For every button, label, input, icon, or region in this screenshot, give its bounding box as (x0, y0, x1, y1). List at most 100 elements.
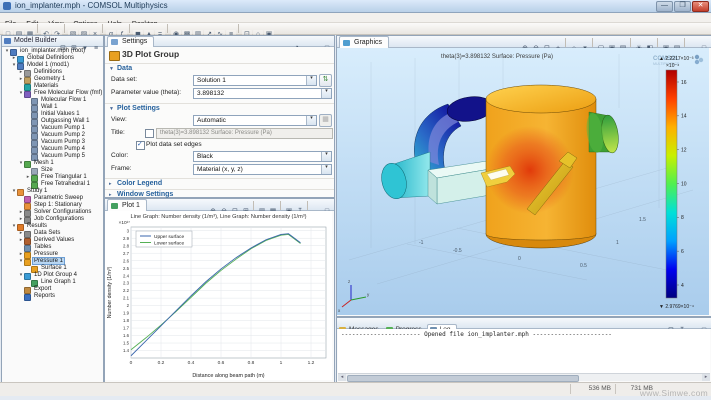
section-data[interactable]: ▼ Data (105, 63, 334, 74)
tree-item-initial-values-1[interactable]: Initial Values 1 (2, 111, 103, 118)
chevron-down-icon[interactable] (321, 165, 331, 174)
tree-item-materials[interactable]: Materials (2, 83, 103, 90)
tree-item-data-sets[interactable]: ▸Data Sets (2, 230, 103, 237)
model-main-chamber (486, 85, 596, 248)
view-settings-button[interactable]: ▦ (319, 114, 332, 127)
color-label: Color: (111, 152, 128, 159)
tree-item-label: Free Triangular 1 (40, 174, 88, 180)
tree-item-vacuum-pump-5[interactable]: Vacuum Pump 5 (2, 153, 103, 160)
minimize-window-icon[interactable]: — (656, 1, 673, 12)
chevron-down-icon[interactable] (306, 116, 316, 125)
tree-item-study-1[interactable]: ▾Study 1 (2, 188, 103, 195)
parameter-value-select[interactable]: 3.898132 (193, 88, 332, 99)
tree-item-1d-plot-group-4[interactable]: ▾1D Plot Group 4 (2, 272, 103, 279)
tab-plot-1[interactable]: Plot 1 (107, 199, 147, 211)
plot-dataset-edges-label: Plot data set edges (146, 141, 202, 148)
view-select[interactable]: Automatic (193, 115, 317, 126)
tree-item-export[interactable]: Export (2, 286, 103, 293)
frame-label: Frame: (111, 165, 132, 172)
tree-item-solver-configurations[interactable]: ▸Solver Configurations (2, 209, 103, 216)
tree-item-vacuum-pump-1[interactable]: Vacuum Pump 1 (2, 125, 103, 132)
tree-item-pressure[interactable]: ▸Pressure (2, 251, 103, 258)
toolbar-separator (565, 38, 566, 47)
colorbar-multiplier: ×10⁻⁴ (666, 63, 679, 69)
tree-item-geometry-1[interactable]: ▸Geometry 1 (2, 76, 103, 83)
title-label: Title: (111, 129, 125, 136)
close-window-icon[interactable]: ✕ (692, 1, 709, 12)
tab-graphics[interactable]: Graphics (339, 36, 389, 48)
tree-item-global-definitions[interactable]: ▸Global Definitions (2, 55, 103, 62)
tree-item-label: Mesh 1 (33, 160, 55, 166)
tree-item-label: Global Definitions (26, 55, 75, 61)
tree-item-outgassing-wall-1[interactable]: Outgassing Wall 1 (2, 118, 103, 125)
go-to-source-button[interactable]: ⇅ (319, 74, 332, 87)
svg-text:1.5: 1.5 (639, 217, 646, 223)
section-collapsed-icon: ▸ (109, 181, 112, 187)
window-title: ion_implanter.mph - COMSOL Multiphysics (15, 1, 168, 10)
tree-item-ion-implanter-mph-root[interactable]: ▾ion_implanter.mph (root) (2, 48, 103, 55)
graphics-plot-title: theta(3)=3.898132 Surface: Pressure (Pa) (441, 54, 553, 60)
tree-item-definitions[interactable]: ▸Definitions (2, 69, 103, 76)
tree-item-size[interactable]: Size (2, 167, 103, 174)
model-tree: ▾ion_implanter.mph (root)▸Global Definit… (2, 47, 103, 383)
tree-item-surface-1[interactable]: Surface 1 (2, 265, 103, 272)
graphics-canvas[interactable]: -1 -0.5 0 0.5 1.5 1 z y x theta(3)=3.898… (337, 48, 709, 315)
tree-item-wall-1[interactable]: Wall 1 (2, 104, 103, 111)
plot-title: Line Graph: Number density (1/m³), Line … (131, 214, 307, 220)
chevron-down-icon[interactable] (321, 89, 331, 98)
scroll-left-icon[interactable]: ◂ (338, 374, 346, 381)
plot-1-window: Plot 1 ⊕⊖⊡⊞▥▦▣↧—□ Line Graph: Number den… (104, 198, 335, 383)
log-horizontal-scrollbar[interactable]: ◂ ▸ (338, 373, 710, 381)
tree-item-label: Vacuum Pump 2 (40, 132, 86, 138)
tree-item-free-tetrahedral-1[interactable]: Free Tetrahedral 1 (2, 181, 103, 188)
tree-item-label: Job Configurations (33, 216, 85, 222)
plot-dataset-edges-checkbox[interactable] (136, 141, 145, 150)
tree-item-molecular-flow-1[interactable]: Molecular Flow 1 (2, 97, 103, 104)
tree-item-vacuum-pump-4[interactable]: Vacuum Pump 4 (2, 146, 103, 153)
tree-item-model-1-mod1[interactable]: ▾Model 1 (mod1) (2, 62, 103, 69)
svg-text:1: 1 (280, 360, 283, 366)
svg-text:6: 6 (681, 249, 684, 255)
tree-item-parametric-sweep[interactable]: Parametric Sweep (2, 195, 103, 202)
tree-item-tables[interactable]: Tables (2, 244, 103, 251)
section-color-legend[interactable]: ▸ Color Legend (105, 178, 334, 189)
title-checkbox[interactable] (145, 129, 154, 138)
graphics-tab-icon (343, 40, 350, 46)
tree-item-reports[interactable]: Reports (2, 293, 103, 300)
tree-item-vacuum-pump-2[interactable]: Vacuum Pump 2 (2, 132, 103, 139)
tree-item-label: Export (33, 286, 52, 292)
toolbar-separator (592, 38, 593, 47)
model-builder-icon (4, 38, 11, 44)
svg-text:-1: -1 (419, 240, 424, 246)
main-toolbar: □▤▦↶↷▧▨×αƒ◼▲=◉▩▥↗∿≡⊡⌂▣ (0, 23, 711, 35)
parameter-value-label: Parameter value (theta): (111, 89, 181, 96)
frame-select[interactable]: Material (x, y, z) (193, 164, 332, 175)
section-plot-settings[interactable]: ▼ Plot Settings (105, 103, 334, 114)
line-plot-canvas[interactable]: Line Graph: Number density (1/m³), Line … (105, 211, 332, 380)
tree-item-free-triangular-1[interactable]: ▸Free Triangular 1 (2, 174, 103, 181)
tree-item-pressure-1[interactable]: ▾Pressure 1 (2, 258, 103, 265)
tree-item-label: Free Tetrahedral 1 (40, 181, 91, 187)
maximize-window-icon[interactable]: ❒ (674, 1, 691, 12)
reports-icon (24, 294, 31, 301)
tree-item-results[interactable]: ▾Results (2, 223, 103, 230)
tree-item-derived-values[interactable]: ▸Derived Values (2, 237, 103, 244)
tree-item-job-configurations[interactable]: ▸Job Configurations (2, 216, 103, 223)
tree-item-line-graph-1[interactable]: Line Graph 1 (2, 279, 103, 286)
tree-item-mesh-1[interactable]: ▾Mesh 1 (2, 160, 103, 167)
scrollbar-thumb[interactable] (347, 375, 579, 382)
svg-text:12: 12 (681, 147, 687, 153)
chevron-down-icon[interactable] (306, 76, 316, 85)
x-axis-label: Distance along beam path (m) (192, 373, 264, 379)
tab-settings[interactable]: Settings (107, 36, 154, 47)
tree-item-vacuum-pump-3[interactable]: Vacuum Pump 3 (2, 139, 103, 146)
scroll-right-icon[interactable]: ▸ (702, 374, 710, 381)
tree-item-step-1-stationary[interactable]: Step 1: Stationary (2, 202, 103, 209)
model-builder-panel: Model Builder ⊟⊞▾≡ ▾ion_implanter.mph (r… (1, 35, 104, 384)
toolbar-separator (167, 24, 168, 33)
tree-item-free-molecular-flow-fmf[interactable]: ▾Free Molecular Flow (fmf) (2, 90, 103, 97)
dataset-select[interactable]: Solution 1 (193, 75, 317, 86)
svg-text:0: 0 (130, 360, 133, 366)
chevron-down-icon[interactable] (321, 152, 331, 161)
color-select[interactable]: Black (193, 151, 332, 162)
